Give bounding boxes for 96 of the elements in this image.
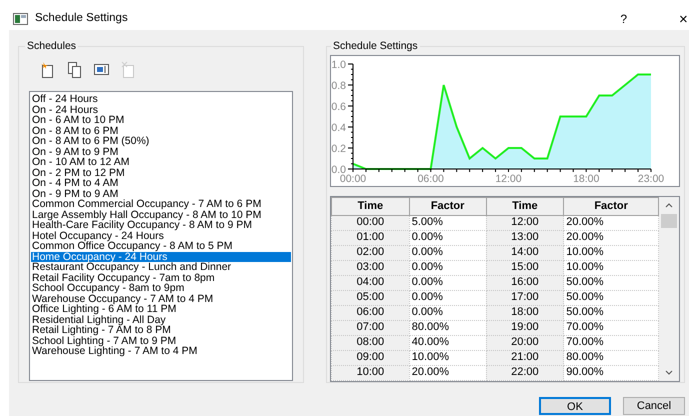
x-tick-label: 23:00: [638, 173, 664, 185]
list-item[interactable]: Office Lighting - 6 AM to 11 PM: [31, 304, 291, 314]
copy-icon[interactable]: [66, 60, 83, 78]
y-tick-label: 1.0: [331, 59, 346, 71]
list-item[interactable]: On - 9 AM to 9 PM: [31, 146, 291, 157]
row-header: 15:00: [486, 260, 564, 275]
row-header: 05:00: [332, 290, 410, 305]
table-cell[interactable]: 20.00%: [409, 365, 486, 380]
row-header: 10:00: [332, 365, 410, 380]
dialog-button[interactable]: OK: [539, 397, 611, 415]
table-cell[interactable]: 0.00%: [409, 245, 486, 260]
list-item[interactable]: Health-Care Facility Occupancy - 8 AM to 9 PM: [31, 220, 291, 230]
list-item[interactable]: On - 2 PM to 12 PM: [31, 168, 291, 178]
row-header: 00:00: [332, 215, 410, 230]
list-item[interactable]: Hotel Occupancy - 24 Hours: [31, 230, 291, 241]
row-header: 09:00: [332, 350, 410, 365]
document-star-icon[interactable]: [39, 60, 56, 78]
table-cell[interactable]: 80.00%: [409, 320, 486, 335]
table-cell[interactable]: 20.00%: [564, 215, 658, 230]
y-tick-label: 0.0: [331, 164, 346, 176]
table-cell[interactable]: 90.00%: [564, 365, 658, 380]
scroll-up-icon[interactable]: [665, 203, 673, 208]
list-item[interactable]: Common Office Occupancy - 8 AM to 5 PM: [31, 241, 291, 252]
row-header: 04:00: [332, 275, 410, 290]
table-cell[interactable]: 0.00%: [409, 275, 486, 290]
table-cell[interactable]: 40.00%: [409, 335, 486, 350]
table-cell[interactable]: 20.00%: [564, 230, 658, 245]
close-button[interactable]: ×: [679, 12, 689, 26]
scroll-down-icon[interactable]: [665, 370, 673, 375]
row-header: 16:00: [486, 275, 564, 290]
table-cell[interactable]: 0.00%: [409, 260, 486, 275]
table-cell[interactable]: 80.00%: [564, 350, 658, 365]
window-title: Schedule Settings: [35, 11, 128, 26]
x-tick-label: 18:00: [573, 173, 600, 185]
y-tick-label: 0.8: [331, 80, 346, 92]
list-item[interactable]: Warehouse Occupancy - 7 AM to 4 PM: [31, 294, 291, 304]
list-item[interactable]: On - 8 AM to 6 PM (50%): [31, 136, 291, 146]
table-cell[interactable]: 10.00%: [564, 245, 658, 260]
column-header[interactable]: Time: [486, 198, 564, 215]
column-header[interactable]: Factor: [409, 198, 486, 215]
table-cell[interactable]: 5.00%: [409, 215, 486, 230]
list-item[interactable]: On - 4 PM to 4 AM: [31, 178, 291, 188]
row-header: 19:00: [486, 320, 564, 335]
column-header[interactable]: Factor: [564, 198, 658, 215]
row-header: 20:00: [486, 335, 564, 350]
row-header: 13:00: [486, 230, 564, 245]
table-cell[interactable]: 50.00%: [564, 275, 658, 290]
row-header: 03:00: [332, 260, 410, 275]
list-item[interactable]: School Occupancy - 8am to 9pm: [31, 283, 291, 294]
table-cell[interactable]: 0.00%: [409, 230, 486, 245]
table-cell[interactable]: 50.00%: [564, 305, 658, 320]
list-item[interactable]: Residential Lighting - All Day: [31, 314, 291, 325]
list-item[interactable]: Off - 24 Hours: [31, 94, 291, 104]
help-button[interactable]: ?: [620, 10, 627, 28]
window-icon: [13, 13, 28, 25]
list-item[interactable]: Retail Facility Occupancy - 7am to 8pm: [31, 272, 291, 283]
y-tick-label: 0.4: [331, 122, 346, 134]
list-item[interactable]: Home Occupancy - 24 Hours: [31, 252, 291, 262]
column-header[interactable]: Time: [332, 198, 410, 215]
table-cell[interactable]: 70.00%: [564, 335, 658, 350]
x-tick-label: 00:00: [340, 173, 366, 185]
y-tick-label: 0.2: [331, 143, 346, 155]
row-header: 21:00: [486, 350, 564, 365]
list-item[interactable]: School Lighting - 7 AM to 9 PM: [31, 336, 291, 346]
row-header: 17:00: [486, 290, 564, 305]
table-cell[interactable]: 10.00%: [564, 260, 658, 275]
list-item[interactable]: Restaurant Occupancy - Lunch and Dinner: [31, 262, 291, 272]
table-cell[interactable]: 10.00%: [409, 350, 486, 365]
row-header: 12:00: [486, 215, 564, 230]
x-tick-label: 12:00: [495, 173, 522, 185]
list-item[interactable]: On - 9 PM to 9 AM: [31, 188, 291, 199]
row-header: 08:00: [332, 335, 410, 350]
row-header: 06:00: [332, 305, 410, 320]
table-cell[interactable]: 70.00%: [564, 320, 658, 335]
row-header: 01:00: [332, 230, 410, 245]
row-header: 14:00: [486, 245, 564, 260]
list-item[interactable]: Large Assembly Hall Occupancy - 8 AM to 10 PM: [31, 210, 291, 220]
row-header: 07:00: [332, 320, 410, 335]
table-cell[interactable]: 0.00%: [409, 290, 486, 305]
y-tick-label: 0.6: [331, 101, 346, 113]
list-item[interactable]: Warehouse Lighting - 7 AM to 4 PM: [31, 346, 291, 356]
row-header: 22:00: [486, 365, 564, 380]
scroll-thumb[interactable]: [661, 214, 677, 228]
list-item[interactable]: On - 8 AM to 6 PM: [31, 126, 291, 136]
dialog-button[interactable]: Cancel: [623, 397, 685, 415]
row-header: 18:00: [486, 305, 564, 320]
list-item[interactable]: Common Commercial Occupancy - 7 AM to 6 PM: [31, 199, 291, 210]
x-tick-label: 06:00: [418, 173, 444, 185]
list-item[interactable]: Retail Lighting - 7 AM to 8 PM: [31, 325, 291, 336]
list-item[interactable]: On - 10 AM to 12 AM: [31, 157, 291, 168]
table-cell[interactable]: 0.00%: [409, 305, 486, 320]
list-item[interactable]: On - 6 AM to 10 PM: [31, 115, 291, 126]
scrollbar[interactable]: [659, 197, 679, 381]
row-header: 02:00: [332, 245, 410, 260]
list-item[interactable]: On - 24 Hours: [31, 104, 291, 115]
table-cell[interactable]: 50.00%: [564, 290, 658, 305]
